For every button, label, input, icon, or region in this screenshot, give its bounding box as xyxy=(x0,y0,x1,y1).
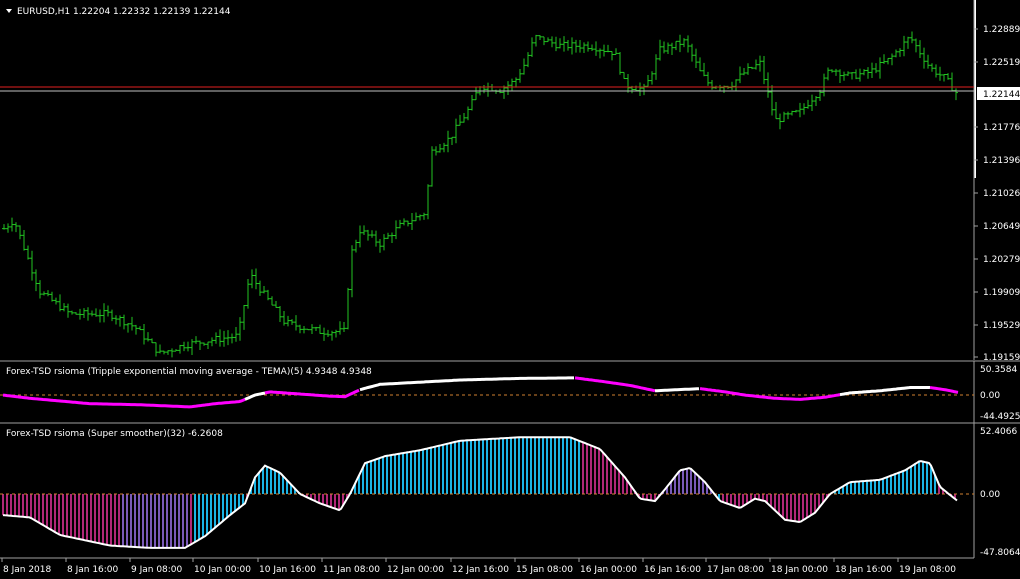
tema-header: Forex-TSD rsioma (Tripple exponential mo… xyxy=(6,367,372,377)
price-label: 1.19909 xyxy=(983,288,1020,298)
time-label: 9 Jan 08:00 xyxy=(131,565,183,575)
time-label: 18 Jan 16:00 xyxy=(835,565,892,575)
price-label: 1.20279 xyxy=(983,255,1020,265)
time-label: 19 Jan 08:00 xyxy=(899,565,956,575)
smoother-label-min: -47.8064 xyxy=(980,548,1020,558)
tema-label-min: -44.4925 xyxy=(980,412,1020,422)
time-label: 11 Jan 08:00 xyxy=(323,565,380,575)
time-label: 10 Jan 16:00 xyxy=(259,565,316,575)
tema-label-max: 50.3584 xyxy=(980,365,1017,375)
price-label: 1.21026 xyxy=(983,189,1020,199)
price-label: 1.22519 xyxy=(983,58,1020,68)
price-label: 1.19529 xyxy=(983,321,1020,331)
tema-label-zero: 0.00 xyxy=(980,391,1000,401)
symbol-header: EURUSD,H1 1.22204 1.22332 1.22139 1.2214… xyxy=(17,7,231,17)
time-label: 12 Jan 00:00 xyxy=(387,565,444,575)
trading-chart[interactable]: EURUSD,H1 1.22204 1.22332 1.22139 1.2214… xyxy=(0,0,1020,579)
time-label: 18 Jan 00:00 xyxy=(771,565,828,575)
price-label: 1.20649 xyxy=(983,222,1020,232)
smoother-header: Forex-TSD rsioma (Super smoother)(32) -6… xyxy=(6,429,223,439)
current-price-label: 1.22144 xyxy=(983,90,1020,100)
time-label: 16 Jan 16:00 xyxy=(644,565,701,575)
time-label: 10 Jan 00:00 xyxy=(194,565,251,575)
time-label: 8 Jan 2018 xyxy=(3,565,51,575)
time-label: 12 Jan 16:00 xyxy=(452,565,509,575)
time-label: 17 Jan 08:00 xyxy=(707,565,764,575)
price-label: 1.21396 xyxy=(983,156,1020,166)
time-label: 16 Jan 00:00 xyxy=(580,565,637,575)
smoother-label-zero: 0.00 xyxy=(980,490,1000,500)
price-label: 1.21776 xyxy=(983,123,1020,133)
tema-segment-up xyxy=(654,387,700,393)
price-label: 1.22889 xyxy=(983,25,1020,35)
time-label: 15 Jan 08:00 xyxy=(516,565,573,575)
smoother-label-max: 52.4066 xyxy=(980,427,1017,437)
time-label: 8 Jan 16:00 xyxy=(67,565,119,575)
